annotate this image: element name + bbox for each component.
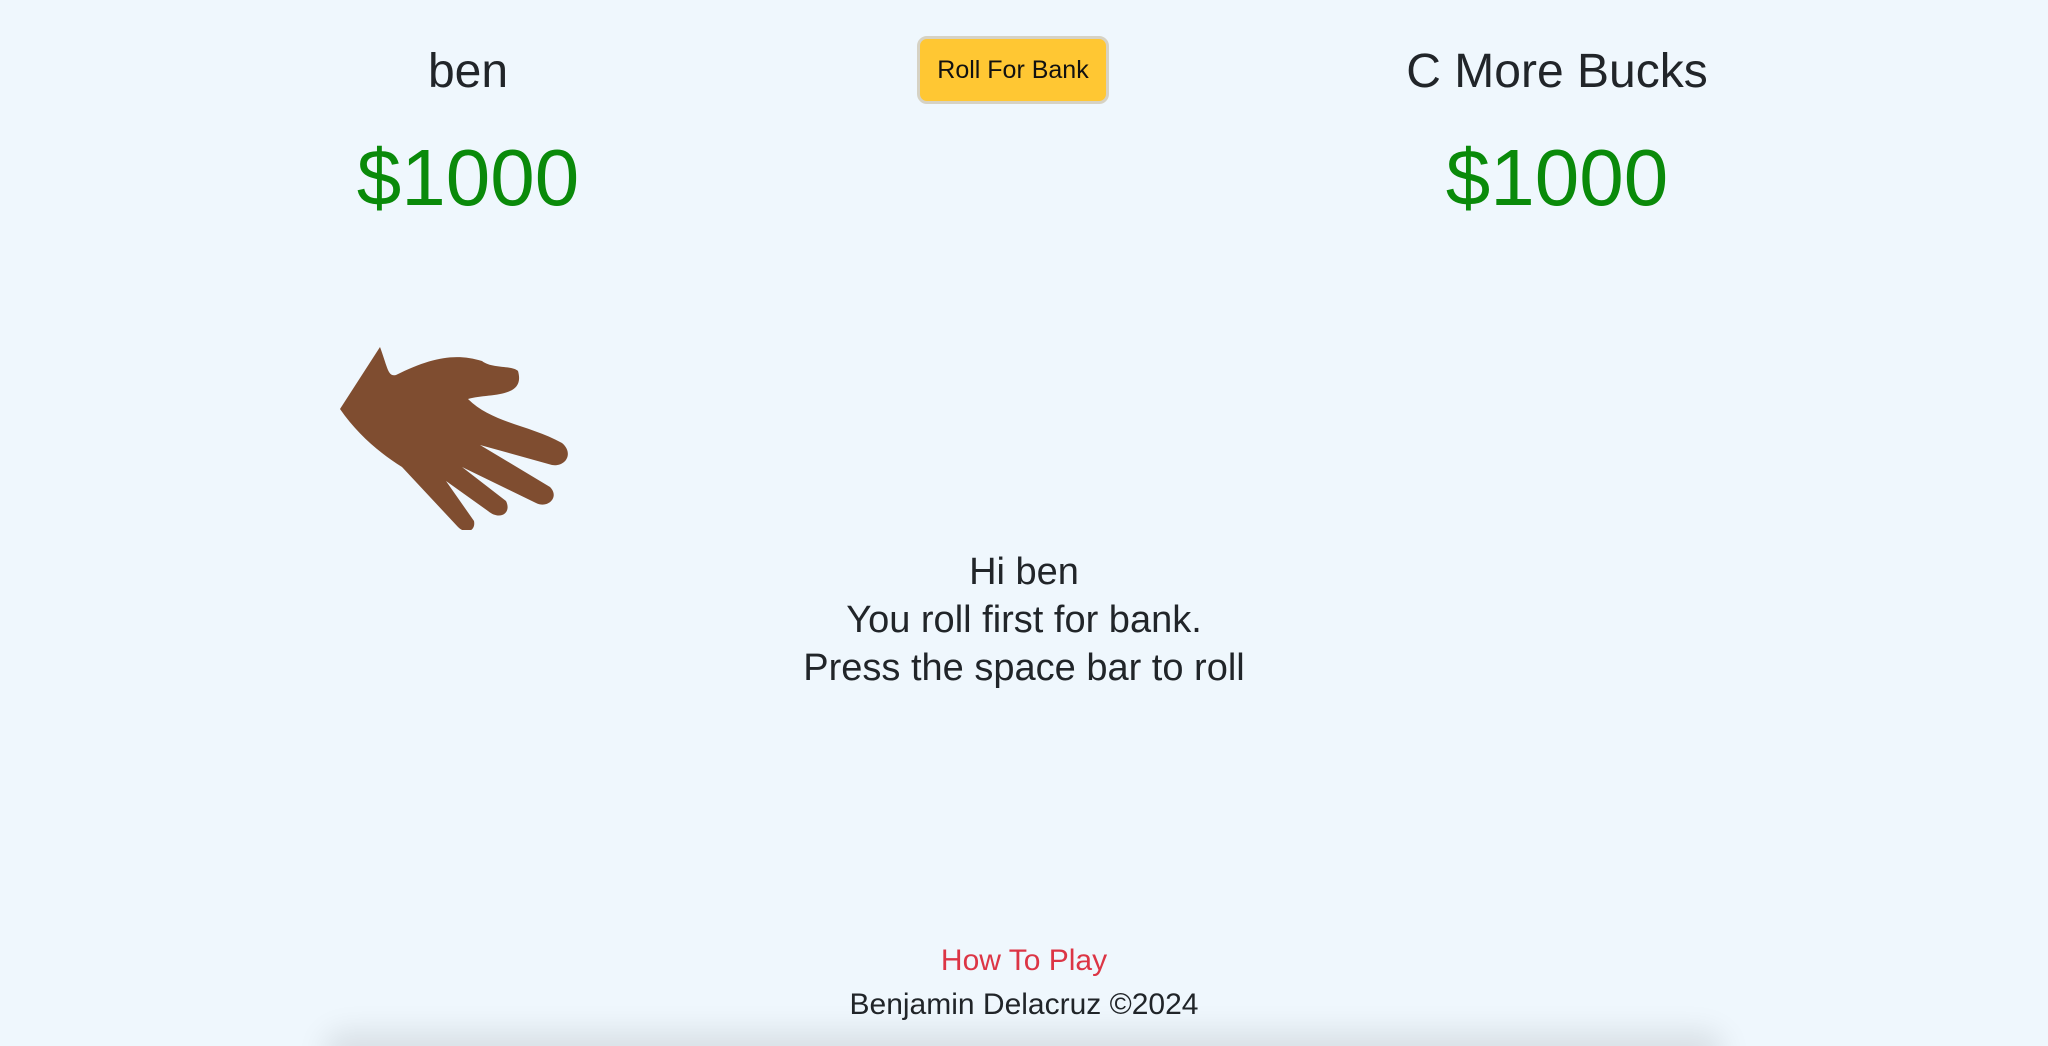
how-to-play-link[interactable]: How To Play bbox=[324, 942, 1724, 980]
game-page: ben $1000 Roll For Bank C More Bucks $10… bbox=[0, 0, 2048, 1046]
roll-for-bank-button[interactable]: Roll For Bank bbox=[917, 36, 1109, 104]
opponent-name: C More Bucks bbox=[1406, 45, 1708, 98]
message-instruction: Press the space bar to roll bbox=[803, 647, 1245, 689]
player-panel-left: ben $1000 bbox=[218, 40, 718, 228]
message-turn: You roll first for bank. bbox=[846, 599, 1202, 641]
open-hand-icon bbox=[340, 347, 568, 530]
game-message: Hi ben You roll first for bank. Press th… bbox=[624, 548, 1424, 692]
copyright-credit: Benjamin Delacruz ©2024 bbox=[849, 988, 1199, 1021]
message-greeting: Hi ben bbox=[969, 551, 1079, 593]
player-panel-right: C More Bucks $1000 bbox=[1307, 40, 1807, 228]
opponent-money: $1000 bbox=[1445, 133, 1669, 222]
footer: How To Play Benjamin Delacruz ©2024 bbox=[324, 800, 1724, 1046]
player-name: ben bbox=[427, 45, 509, 98]
player-money: $1000 bbox=[356, 133, 580, 222]
